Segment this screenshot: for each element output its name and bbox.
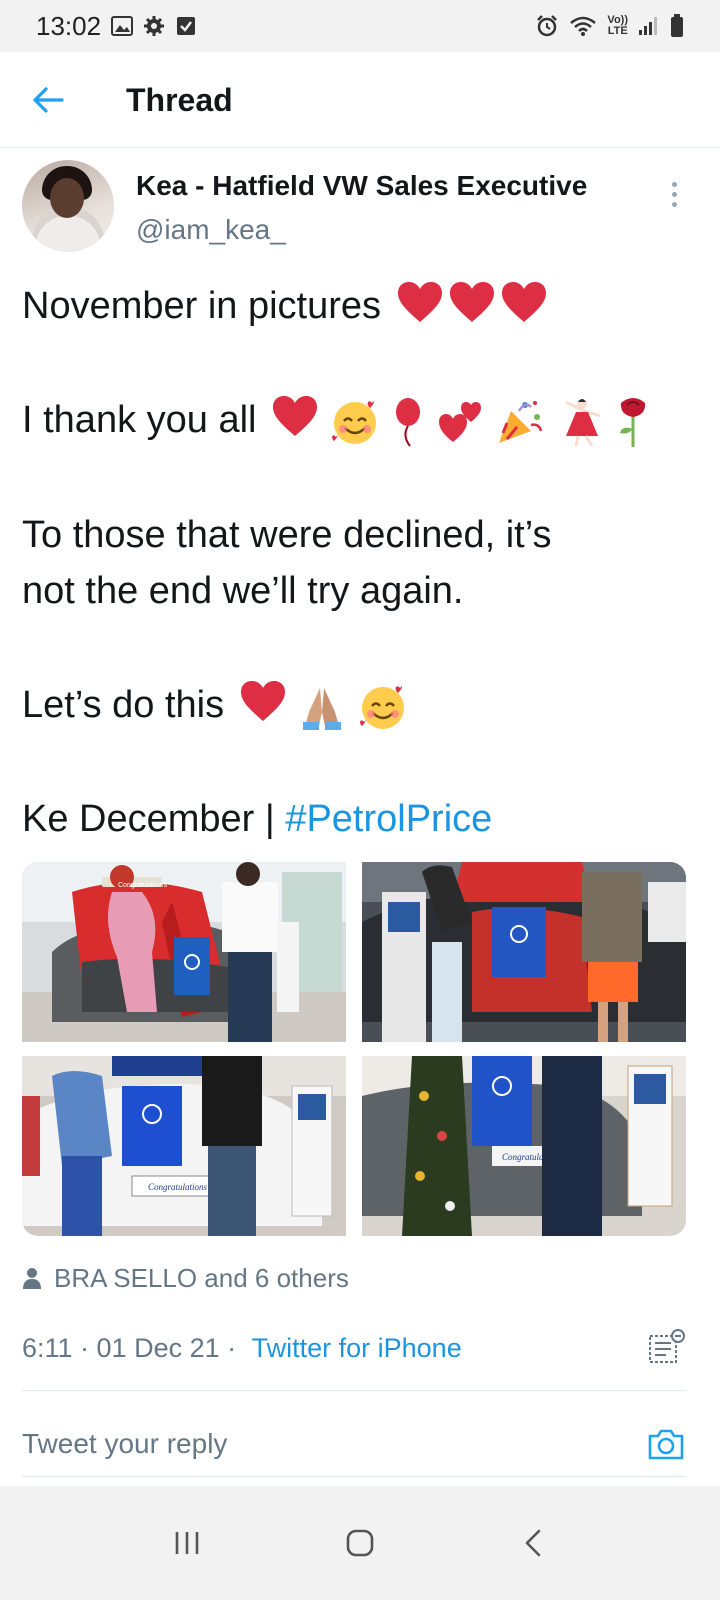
tweet-author: Kea - Hatfield VW Sales Executive @iam_k…	[22, 160, 702, 256]
image-icon	[111, 15, 134, 37]
tweet-line-6: Ke December | #PetrolPrice	[22, 797, 493, 840]
volte-bottom: LTE	[607, 25, 628, 37]
person-icon	[23, 1268, 41, 1289]
alarm-icon	[535, 14, 559, 38]
arrow-left-icon	[33, 87, 64, 113]
tweet-line-4: not the end we’ll try again.	[22, 569, 464, 612]
volte-icon: Vo)) LTE	[607, 15, 628, 37]
status-bar: 13:02 Vo)) LTE	[0, 0, 720, 52]
back-icon	[526, 1529, 541, 1557]
hashtag-link[interactable]: #PetrolPrice	[285, 798, 492, 840]
app-header: Thread	[0, 52, 720, 148]
reply-bar[interactable]: Tweet your reply	[22, 1404, 686, 1484]
avatar[interactable]	[22, 160, 114, 252]
likes-row[interactable]: BRA SELLO and 6 others	[22, 1260, 349, 1296]
divider	[22, 1390, 686, 1391]
analytics-button[interactable]	[646, 1328, 686, 1368]
wifi-icon	[569, 15, 597, 37]
photo-2[interactable]	[362, 862, 686, 1042]
tweet-line-3: To those that were declined, it’s	[22, 513, 552, 556]
page-title: Thread	[126, 82, 233, 118]
party-popper-emoji	[499, 400, 543, 443]
red-heart-emoji	[240, 680, 285, 721]
divider	[22, 1476, 686, 1477]
tweet-text: November in pictures I thank you all To …	[22, 278, 702, 847]
author-name[interactable]: Kea - Hatfield VW Sales Executive	[136, 168, 587, 204]
photo-4[interactable]: Congratulations	[362, 1056, 686, 1236]
photo-banner-text: Congratulations	[118, 882, 168, 889]
checkbox-icon	[175, 15, 197, 37]
camera-button[interactable]	[646, 1424, 686, 1464]
likes-text: BRA SELLO and 6 others	[54, 1262, 349, 1293]
analytics-icon	[649, 1329, 685, 1363]
recent-apps-button[interactable]	[157, 1513, 217, 1573]
battery-icon	[670, 14, 684, 38]
tweet-source-link[interactable]: Twitter for iPhone	[252, 1333, 462, 1364]
back-button[interactable]	[28, 80, 68, 120]
rose-emoji	[620, 397, 646, 447]
smiling-face-hearts-emoji	[331, 401, 376, 444]
red-heart-emoji	[273, 396, 318, 436]
reply-input[interactable]: Tweet your reply	[22, 1428, 227, 1460]
more-options-button[interactable]	[662, 174, 686, 214]
tweet-meta: 6:11 · 01 Dec 21 · Twitter for iPhone	[22, 1328, 686, 1368]
two-hearts-emoji	[438, 401, 481, 442]
red-heart-emoji	[449, 282, 494, 322]
media-grid: Congratulations Congratulations Congratu…	[22, 862, 686, 1236]
folded-hands-emoji	[303, 687, 342, 730]
tweet-line-5: Let’s do this	[22, 677, 702, 733]
recent-apps-icon	[175, 1532, 198, 1554]
balloon-emoji	[396, 397, 421, 447]
status-time: 13:02	[36, 10, 102, 41]
red-heart-emoji	[501, 282, 546, 322]
smiling-face-hearts-emoji	[359, 686, 404, 729]
tweet-timestamp: 6:11 · 01 Dec 21 ·	[22, 1332, 244, 1363]
home-icon	[346, 1529, 374, 1557]
nav-back-button[interactable]	[503, 1513, 563, 1573]
photo-3[interactable]: Congratulations	[22, 1056, 346, 1236]
photo-plate-text: Congratulations	[148, 1182, 208, 1192]
system-nav-bar	[0, 1486, 720, 1600]
author-handle[interactable]: @iam_kea_	[136, 212, 286, 248]
status-left: 13:02	[36, 11, 197, 42]
dancer-emoji	[565, 398, 601, 447]
status-right: Vo)) LTE	[535, 14, 684, 38]
signal-icon	[638, 16, 660, 36]
camera-icon	[648, 1429, 684, 1460]
red-heart-emoji	[397, 282, 442, 322]
gear-icon	[143, 15, 165, 37]
home-button[interactable]	[330, 1513, 390, 1573]
tweet-line-2: I thank you all	[22, 392, 702, 449]
tweet-line-1: November in pictures	[22, 278, 702, 334]
photo-1[interactable]: Congratulations	[22, 862, 346, 1042]
